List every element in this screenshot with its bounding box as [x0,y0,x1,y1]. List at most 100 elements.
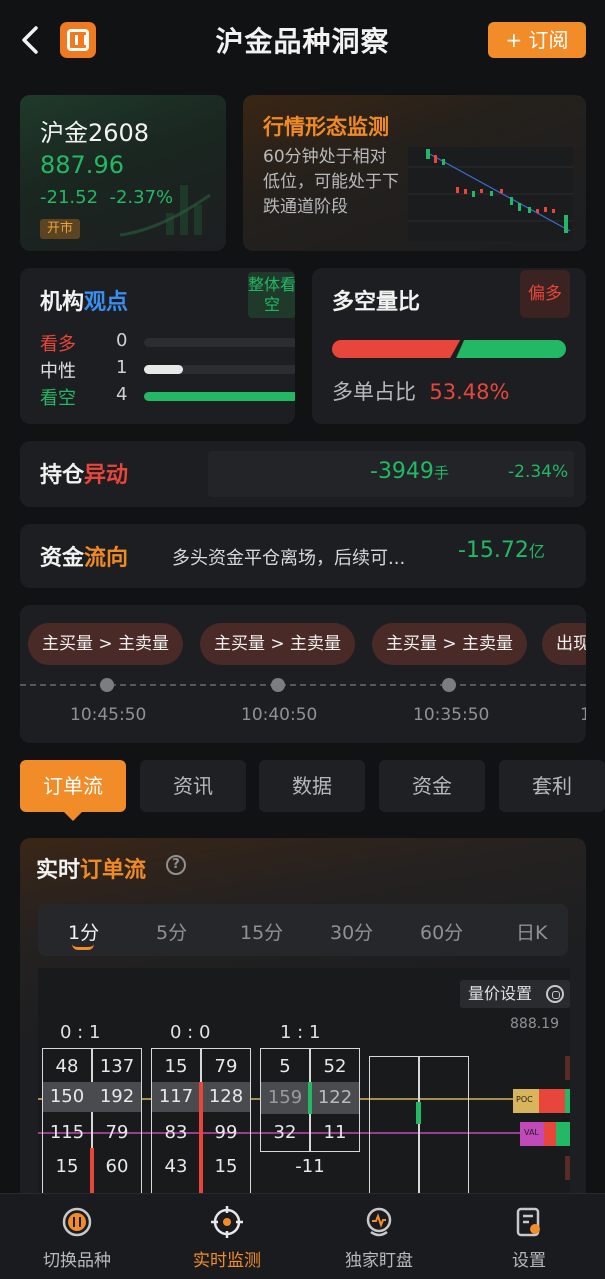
timeline-event-pill[interactable]: 出现 [542,623,586,665]
ratio-title-a: 多空 [332,290,377,315]
header-bar: 沪金品种洞察 + 订阅 [0,0,605,80]
contract-name: 沪金2608 [40,119,150,147]
row-bar [144,365,295,374]
event-timeline[interactable]: 主买量 > 主卖量 主买量 > 主卖量 主买量 > 主卖量 出现 10:45:5… [20,605,586,743]
position-title-a: 持仓 [40,463,85,488]
pattern-description: 60分钟处于相对低位，可能处于下跌通道阶段 [263,147,399,217]
bar-ratio: 0 : 0 [170,1022,211,1043]
ask-cell: 99 [214,1122,238,1143]
timeline-event-pill[interactable]: 主买量 > 主卖量 [200,623,356,665]
help-icon[interactable]: ? [166,855,186,875]
bid-cell: 150 [49,1086,85,1107]
volume-price-settings-button[interactable]: 量价设置 [460,980,570,1008]
institution-title-a: 机构 [40,290,85,315]
bottom-navigation: 切换品种 实时监测 独家盯盘 设置 [0,1193,605,1279]
timeline-dot [442,678,456,692]
ratio-title-b: 量比 [376,290,421,315]
order-flow-title: 实时订单流 [36,852,146,884]
interval-1m[interactable]: 1分 [68,918,99,945]
last-price: 887.96 [40,151,124,179]
change-pct: -2.37% [109,187,174,208]
tab-order-flow[interactable]: 订单流 [20,760,126,812]
subscribe-button[interactable]: + 订阅 [488,22,586,58]
val-ask-bar [544,1122,556,1146]
ask-cell: 128 [208,1086,244,1107]
institution-row-neutral: 中性 1 [40,357,295,382]
timeline-event-pill[interactable]: 主买量 > 主卖量 [28,623,184,665]
institution-row-bear: 看空 4 [40,384,295,409]
interval-15m[interactable]: 15分 [240,918,283,945]
val-label: VAL [524,1128,539,1137]
nav-label: 设置 [512,1251,546,1271]
fund-unit: 亿 [528,542,545,561]
ask-cell: 192 [99,1086,135,1107]
ask-cell: 60 [105,1156,129,1177]
order-flow-title-a: 实时 [36,858,81,883]
interval-60m[interactable]: 60分 [420,918,463,945]
top-price-label: 888.19 [510,1016,559,1032]
institution-title-b: 观点 [84,290,129,315]
timeline-dot [100,678,114,692]
long-ratio-label: 多单占比 53.48% [332,376,509,406]
val-bid-bar [556,1122,570,1146]
position-title: 持仓异动 [40,457,128,489]
bid-cell: 117 [158,1086,194,1107]
ask-cell: 79 [214,1056,238,1077]
position-title-b: 异动 [84,463,129,488]
long-share-segment [332,340,461,358]
tab-funds[interactable]: 资金 [379,760,485,812]
long-short-bar [332,340,566,358]
bar-delta-value: -11 [295,1156,325,1177]
settings-icon [516,1207,540,1237]
row-bar [144,392,295,401]
interval-active-indicator [72,944,94,950]
ask-cell: 52 [323,1056,347,1077]
tab-data[interactable]: 数据 [259,760,365,812]
row-label: 中性 [40,361,76,382]
tab-news[interactable]: 资讯 [140,760,246,812]
nav-realtime-monitor[interactable]: 实时监测 [172,1206,282,1271]
profile-bar [565,1056,570,1080]
nav-switch-contract[interactable]: 切换品种 [22,1206,132,1271]
open-interest-card[interactable]: 持仓异动 -3949手 -2.34% [20,441,586,507]
institution-view-card[interactable]: 机构观点 整体看空 看多 0 中性 1 看空 4 [20,268,295,424]
bar-ratio: 1 : 1 [280,1022,321,1043]
timeline-dot [271,678,285,692]
timeline-time: 1 [580,705,586,725]
row-count: 1 [116,357,128,378]
timeline-event-pill[interactable]: 主买量 > 主卖量 [372,623,528,665]
fund-flow-card[interactable]: 资金流向 多头资金平仓离场，后续可... -15.72亿 [20,524,586,588]
institution-row-bull: 看多 0 [40,330,295,355]
nav-settings[interactable]: 设置 [474,1206,584,1271]
row-bar [144,338,295,347]
ratio-bias-badge: 偏多 [520,270,570,318]
pattern-candle-chart [408,147,573,241]
bid-cell: 15 [55,1156,79,1177]
current-candle [416,1102,421,1124]
active-tab-indicator [64,812,82,821]
pattern-title: 行情形态监测 [263,115,389,139]
target-icon [211,1206,243,1238]
short-share-segment [456,340,566,358]
ratio-title: 多空量比 [332,284,420,316]
poc-bid-bar [565,1089,570,1113]
position-unit: 手 [433,464,449,482]
settings-gear-icon [546,985,564,1003]
bid-cell: 159 [267,1087,303,1108]
timeline-time: 10:35:50 [413,705,490,725]
ask-cell: 15 [214,1156,238,1177]
interval-5m[interactable]: 5分 [156,918,187,945]
ask-cell: 122 [317,1087,353,1108]
tab-arbitrage[interactable]: 套利 [499,760,605,812]
row-bar-fill [144,365,183,374]
price-card[interactable]: 沪金2608 887.96 -21.52 -2.37% 开市 [20,95,226,251]
bid-cell: 48 [55,1056,79,1077]
nav-exclusive-watch[interactable]: 独家盯盘 [324,1206,434,1271]
interval-30m[interactable]: 30分 [330,918,373,945]
nav-label: 切换品种 [43,1251,111,1271]
row-label: 看多 [40,334,76,355]
pattern-card[interactable]: 行情形态监测 60分钟处于相对低位，可能处于下跌通道阶段 [243,95,586,251]
ask-cell: 137 [99,1056,135,1077]
interval-daily[interactable]: 日K [516,918,547,945]
long-short-ratio-card[interactable]: 多空量比 偏多 多单占比 53.48% [312,268,586,424]
